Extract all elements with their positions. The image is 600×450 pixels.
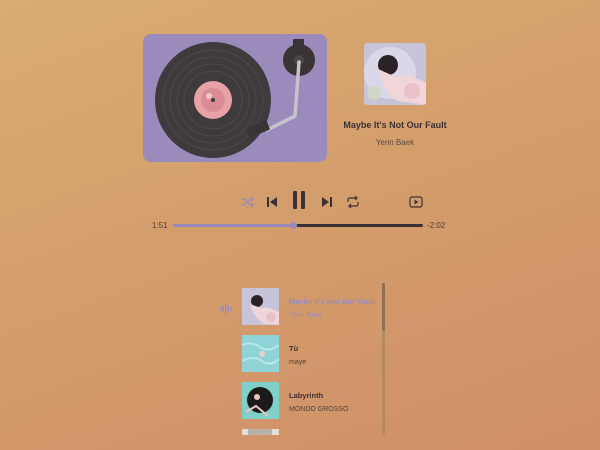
playlist-item[interactable] [218,429,383,435]
repeat-button[interactable] [346,195,360,213]
youtube-button[interactable] [409,195,423,213]
playlist-scrollbar[interactable] [382,283,385,435]
turntable-visual [143,34,327,162]
vinyl-record-graphic [155,39,315,158]
song-title: Maybe It's Not Our Fault [343,120,447,130]
shuffle-icon [241,196,254,209]
audio-wave-icon [220,304,232,314]
previous-button[interactable] [266,195,278,213]
playlist-item-artist: MONDO GROSSO [289,406,349,413]
scrollbar-thumb[interactable] [382,283,385,331]
playlist-item-title: Labyrinth [289,391,324,400]
playlist-item-artist: Yerin Baek [289,312,323,319]
playlist-thumbnail [242,288,279,325]
song-artist: Yerin Baek [375,138,415,147]
remaining-time: -2:02 [427,221,446,230]
pause-button[interactable] [291,190,307,215]
playlist-item[interactable]: Labyrinth MONDO GROSSO [218,382,383,422]
youtube-play-icon [409,196,423,208]
elapsed-time: 1:51 [152,221,168,230]
playlist-thumbnail [242,382,279,419]
next-button[interactable] [321,195,333,213]
playlist-item-title: Maybe It's Not Our Fault [289,297,375,306]
playlist-thumbnail [242,429,279,435]
skip-next-icon [322,197,332,207]
pause-icon [293,191,305,209]
progress-fill [173,224,293,227]
playlist-thumbnail [242,335,279,372]
playlist-item[interactable]: Maybe It's Not Our Fault Yerin Baek [218,288,383,328]
shuffle-button[interactable] [240,195,254,214]
progress-bar[interactable] [173,222,423,229]
playlist: Maybe It's Not Our Fault Yerin Baek Tù m… [218,285,388,435]
album-cover [364,43,426,105]
playlist-item[interactable]: Tù maye [218,335,383,375]
playlist-item-title: Tù [289,344,299,353]
playlist-item-artist: maye [289,359,307,366]
progress-knob[interactable] [289,222,297,229]
repeat-icon [347,195,359,209]
skip-previous-icon [267,197,277,207]
